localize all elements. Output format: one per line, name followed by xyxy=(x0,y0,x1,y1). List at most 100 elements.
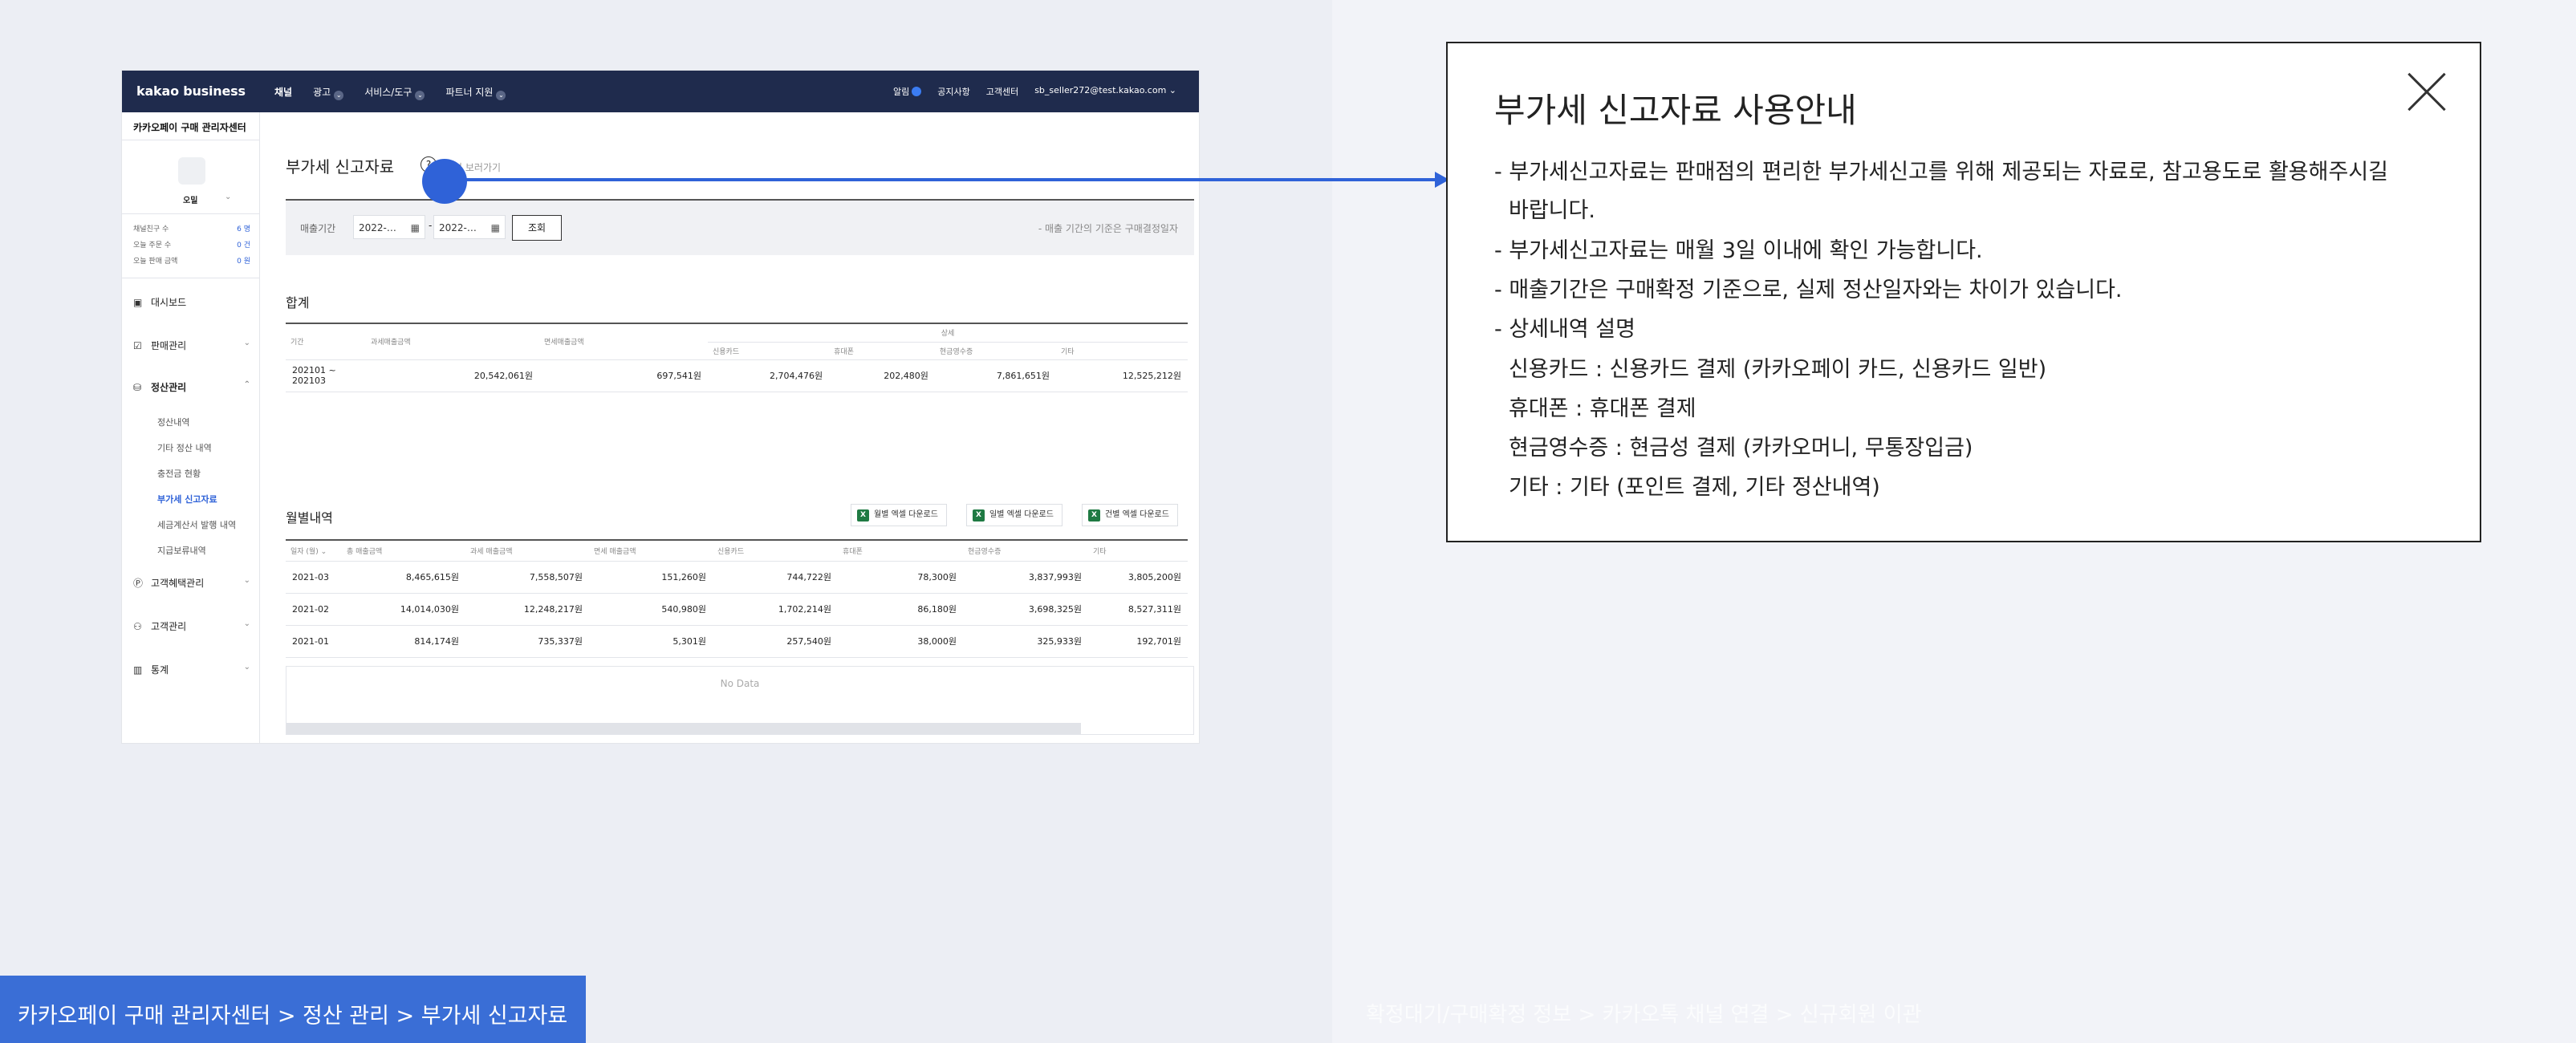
table-cell: 3,698,325원 xyxy=(963,593,1088,626)
chevron-down-icon: ⌄ xyxy=(243,663,250,672)
guide-line: - 부가세신고자료는 매월 3일 이내에 확인 가능합니다. xyxy=(1494,238,1983,263)
date-from-value: 2022-… xyxy=(359,222,396,233)
database-icon: ⛁ xyxy=(133,382,142,393)
monthly-excel-download-button[interactable]: X 월별 엑셀 다운로드 xyxy=(851,504,947,526)
footer-breadcrumb: 카카오페이 구매 관리자센터 > 정산 관리 > 부가세 신고자료 xyxy=(18,1004,568,1029)
sidebar-item-label: 통계 xyxy=(151,664,169,676)
sidebar-item-label: 판매관리 xyxy=(151,340,187,351)
summary-table: 기간 과세매출금액 면세매출금액 상세 신용카드 휴대폰 현금영수증 기타 20… xyxy=(286,323,1188,392)
guide-line: 휴대폰 : 휴대폰 결제 xyxy=(1509,396,1696,421)
col-header: 면세매출금액 xyxy=(539,324,708,360)
calendar-icon: ▦ xyxy=(410,222,420,233)
top-nav-right: 알림 공지사항 고객센터 sb_seller272@test.kakao.com… xyxy=(893,85,1176,98)
search-button[interactable]: 조회 xyxy=(512,215,562,241)
sidebar-item-stats[interactable]: ▥ 통계 ⌄ xyxy=(133,663,254,676)
coin-icon: Ⓟ xyxy=(133,578,144,589)
nav-item-service[interactable]: 서비스/도구 ⌄ xyxy=(364,85,425,100)
summary-table-grid: 기간 과세매출금액 면세매출금액 상세 신용카드 휴대폰 현금영수증 기타 20… xyxy=(286,324,1188,392)
filter-note: - 매출 기간의 기준은 구매결정일자 xyxy=(1038,223,1178,234)
account-menu[interactable]: sb_seller272@test.kakao.com ⌄ xyxy=(1034,85,1176,98)
table-cell: 7,861,651원 xyxy=(934,359,1056,392)
notification-label: 알림 xyxy=(892,87,910,97)
sidebar-item-label: 고객관리 xyxy=(151,621,187,632)
stat-label: 오늘 주문 수 xyxy=(133,241,172,250)
chevron-up-icon: ⌃ xyxy=(243,380,250,389)
footer-breadcrumb-bar: 카카오페이 구매 관리자센터 > 정산 관리 > 부가세 신고자료 xyxy=(0,976,586,1043)
nav-item-partner[interactable]: 파트너 지원 ⌄ xyxy=(445,85,506,100)
date-from-input[interactable]: 2022-… ▦ xyxy=(353,215,425,239)
col-header-group: 상세 xyxy=(708,324,1188,343)
kakao-business-logo[interactable]: kakao business xyxy=(136,83,246,99)
sidebar-sub-charge-status[interactable]: 충전금 현황 xyxy=(157,467,201,480)
sidebar-sub-settlement-history[interactable]: 정산내역 xyxy=(157,416,189,428)
sidebar-item-settlement[interactable]: ⛁ 정산관리 ⌃ xyxy=(133,380,254,394)
divider xyxy=(122,213,260,214)
sidebar-sub-payment-hold[interactable]: 지급보류내역 xyxy=(157,544,206,557)
col-header-label: 일자 (월) xyxy=(291,547,319,556)
col-header-sortable[interactable]: 일자 (월) ⌄ xyxy=(286,541,342,562)
sidebar-sub-tax-invoice[interactable]: 세금계산서 발행 내역 xyxy=(157,518,236,531)
filter-label: 매출기간 xyxy=(300,223,336,234)
nav-label: 파트너 지원 xyxy=(445,87,494,98)
guide-line: 기타 : 기타 (포인트 결제, 기타 정산내역) xyxy=(1509,475,1880,500)
date-to-input[interactable]: 2022-… ▦ xyxy=(433,215,506,239)
table-cell: 5,301원 xyxy=(589,625,713,658)
guide-line: 현금영수증 : 현금성 결제 (카카오머니, 무통장입금) xyxy=(1509,436,1973,461)
nav-item-ads[interactable]: 광고 ⌄ xyxy=(313,85,344,100)
stat-orders: 오늘 주문 수 0 건 xyxy=(133,239,250,250)
callout-marker xyxy=(422,159,467,204)
support-link[interactable]: 고객센터 xyxy=(986,85,1018,98)
date-separator: - xyxy=(429,220,433,231)
chevron-down-icon: ⌄ xyxy=(415,91,425,100)
col-header: 휴대폰 xyxy=(838,541,963,562)
sidebar-item-customers[interactable]: ⚇ 고객관리 ⌄ xyxy=(133,619,254,633)
table-cell: 814,174원 xyxy=(342,625,465,658)
stat-friends: 채널친구 수 6 명 xyxy=(133,223,250,233)
dashboard-icon: ▣ xyxy=(133,297,143,308)
sidebar-item-label: 대시보드 xyxy=(151,297,187,308)
avatar-name: 오밀 xyxy=(183,197,198,205)
col-header: 현금영수증 xyxy=(963,541,1088,562)
chevron-down-icon[interactable]: ⌄ xyxy=(225,193,231,201)
button-label: 월별 엑셀 다운로드 xyxy=(874,510,938,519)
page-title: 부가세 신고자료 xyxy=(286,157,395,177)
excel-icon: X xyxy=(1088,509,1100,522)
notice-link[interactable]: 공지사항 xyxy=(937,85,969,98)
notification-badge xyxy=(912,87,922,96)
close-icon[interactable] xyxy=(2406,71,2448,112)
center-title: 카카오페이 구매 관리자센터 xyxy=(133,122,246,133)
chevron-down-icon: ⌄ xyxy=(334,91,344,100)
table-cell: 202,480원 xyxy=(829,359,935,392)
chevron-down-icon: ⌄ xyxy=(243,339,250,347)
sidebar-item-sales[interactable]: ☑ 판매관리 ⌄ xyxy=(133,339,254,352)
no-data-text: No Data xyxy=(720,678,760,689)
table-cell: 1,702,214원 xyxy=(713,593,838,626)
table-cell: 8,527,311원 xyxy=(1088,593,1188,626)
col-header: 과세 매출금액 xyxy=(465,541,589,562)
guide-line: - 부가세신고자료는 판매점의 편리한 부가세신고를 위해 제공되는 자료로, … xyxy=(1494,160,2389,185)
nav-item-channel[interactable]: 채널 xyxy=(274,85,292,100)
table-cell: 151,260원 xyxy=(589,561,713,594)
table-cell: 12,525,212원 xyxy=(1056,359,1188,392)
daily-excel-download-button[interactable]: X 일별 엑셀 다운로드 xyxy=(966,504,1062,526)
table-cell: 735,337원 xyxy=(465,625,589,658)
sidebar-item-dashboard[interactable]: ▣ 대시보드 xyxy=(133,295,254,309)
user-icon: ⚇ xyxy=(133,621,142,632)
horizontal-scrollbar[interactable] xyxy=(286,723,1081,734)
chevron-down-icon: ⌄ xyxy=(243,576,250,585)
table-cell: 257,540원 xyxy=(713,625,838,658)
nav-label: 광고 xyxy=(313,87,331,98)
sidebar-item-benefits[interactable]: Ⓟ 고객혜택관리 ⌄ xyxy=(133,576,254,590)
sidebar-sub-vat-report[interactable]: 부가세 신고자료 xyxy=(157,493,217,505)
chevron-down-icon: ⌄ xyxy=(243,619,250,628)
col-header: 면세 매출금액 xyxy=(589,541,713,562)
nav-label: 서비스/도구 xyxy=(364,87,412,98)
sidebar-sub-other-settlement[interactable]: 기타 정산 내역 xyxy=(157,441,212,454)
stat-label: 채널친구 수 xyxy=(133,225,169,233)
notification-link[interactable]: 알림 xyxy=(892,85,922,98)
callout-line xyxy=(445,178,1441,181)
item-excel-download-button[interactable]: X 건별 엑셀 다운로드 xyxy=(1082,504,1178,526)
top-nav: kakao business 채널 광고 ⌄ 서비스/도구 ⌄ 파트너 지원 ⌄ 알림… xyxy=(122,71,1199,112)
avatar[interactable] xyxy=(178,157,205,185)
table-row: 2021-02 14,014,030원 12,248,217원 540,980원… xyxy=(286,593,1188,626)
